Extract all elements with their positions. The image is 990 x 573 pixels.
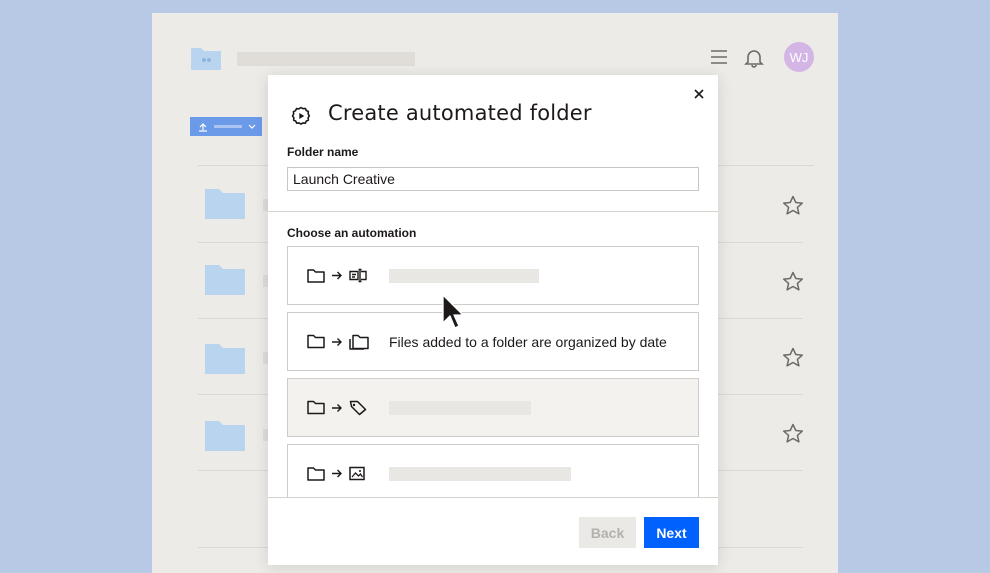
option-text-placeholder [389,467,571,481]
footer-divider [268,497,718,498]
star-icon[interactable] [782,271,804,292]
automation-flow [307,400,367,416]
create-automated-folder-dialog: Create automated folder Folder name Choo… [268,75,718,565]
upload-icon [199,122,207,132]
automation-gear-icon [291,106,311,125]
shared-folder-icon [191,48,221,70]
automation-options-list: Files added to a folder are organized by… [287,246,699,497]
next-button[interactable]: Next [644,517,699,548]
avatar[interactable]: WJ [784,42,814,72]
option-text-placeholder [389,401,531,415]
folder-icon [205,344,245,374]
image-icon [349,466,365,481]
arrow-right-icon [332,271,342,280]
menu-icon[interactable] [710,49,728,65]
automation-option-tag[interactable] [287,378,699,437]
star-icon[interactable] [782,347,804,368]
automation-option-organize-by-date[interactable]: Files added to a folder are organized by… [287,312,699,371]
rename-icon [349,268,367,283]
folder-name-input[interactable] [287,167,699,191]
section-divider [268,211,718,212]
folder-icon [205,189,245,219]
folder-outline-icon [307,466,325,481]
back-button[interactable]: Back [579,517,636,548]
arrow-right-icon [332,337,342,346]
dialog-title: Create automated folder [328,101,592,125]
folder-icon [205,421,245,451]
upload-button[interactable] [190,117,262,136]
folder-outline-icon [307,400,325,415]
chevron-down-icon [248,124,256,129]
star-icon[interactable] [782,423,804,444]
automation-flow [307,466,365,481]
folder-icon [205,265,245,295]
folders-icon [349,334,369,350]
star-icon[interactable] [782,195,804,216]
mouse-pointer-icon [442,294,464,329]
folder-name-label: Folder name [287,145,359,159]
arrow-right-icon [332,469,342,478]
automation-flow [307,334,369,350]
automation-flow [307,268,367,283]
tag-icon [349,400,367,415]
close-icon[interactable] [692,87,706,101]
automation-option-rename[interactable] [287,246,699,305]
folder-outline-icon [307,268,325,283]
arrow-right-icon [332,403,342,412]
page-title-placeholder [237,52,415,66]
option-text-placeholder [389,269,539,283]
choose-automation-label: Choose an automation [287,226,417,240]
bell-icon[interactable] [744,48,764,68]
option-text: Files added to a folder are organized by… [389,334,667,350]
automation-option-image[interactable] [287,444,699,497]
folder-outline-icon [307,334,325,349]
